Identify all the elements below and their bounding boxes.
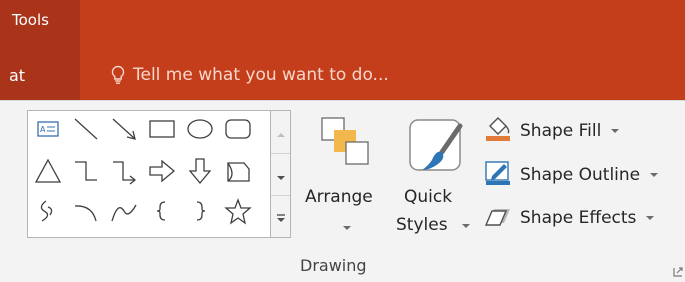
- quick-styles-icon: [408, 116, 468, 182]
- tab-format[interactable]: at: [9, 66, 25, 85]
- down-arrow-shape[interactable]: [186, 157, 214, 185]
- arc-shape[interactable]: [72, 197, 100, 225]
- arrange-icon: [320, 116, 372, 174]
- svg-text:A: A: [40, 125, 46, 134]
- elbow-connector-shape[interactable]: [72, 157, 100, 185]
- gallery-scrollbar: [271, 110, 291, 238]
- shapes-gallery: A: [27, 110, 271, 238]
- pencil-outline-icon: [484, 160, 512, 191]
- chevron-down-icon: [276, 166, 286, 185]
- dialog-launcher-icon[interactable]: [673, 262, 683, 277]
- tell-me-search[interactable]: Tell me what you want to do...: [111, 62, 389, 88]
- shape-fill-dropdown-caret: [611, 129, 620, 133]
- gallery-scroll-up[interactable]: [271, 111, 290, 153]
- shape-fill-button[interactable]: Shape Fill: [484, 116, 620, 147]
- left-brace-shape[interactable]: [148, 197, 176, 225]
- contextual-group-label: Tools: [12, 11, 49, 29]
- shape-effects-label: Shape Effects: [520, 208, 637, 228]
- star-shape[interactable]: [224, 197, 252, 225]
- chevron-up-icon: [276, 123, 286, 142]
- quick-styles-label-line2: Styles: [396, 215, 448, 235]
- oval-shape[interactable]: [186, 115, 214, 143]
- shape-effects-icon: [484, 203, 512, 234]
- arrow-shape[interactable]: [110, 115, 138, 143]
- shape-effects-dropdown-caret: [646, 216, 655, 220]
- elbow-arrow-connector-shape[interactable]: [110, 157, 138, 185]
- quick-styles-dropdown-caret: [462, 224, 470, 228]
- lightbulb-icon: [111, 65, 125, 85]
- line-shape[interactable]: [72, 115, 100, 143]
- right-arrow-shape[interactable]: [148, 157, 176, 185]
- right-brace-shape[interactable]: [186, 197, 214, 225]
- shape-effects-button[interactable]: Shape Effects: [484, 203, 655, 234]
- shape-fill-label: Shape Fill: [520, 121, 602, 141]
- flowchart-shape[interactable]: [224, 157, 252, 185]
- triangle-shape[interactable]: [34, 157, 62, 185]
- tell-me-placeholder: Tell me what you want to do...: [133, 65, 389, 85]
- gallery-more-button[interactable]: [271, 195, 290, 238]
- rectangle-shape[interactable]: [148, 115, 176, 143]
- paint-bucket-icon: [484, 116, 512, 147]
- rounded-rectangle-shape[interactable]: [224, 115, 252, 143]
- text-box-shape[interactable]: A: [34, 115, 62, 143]
- curve-shape[interactable]: [110, 197, 138, 225]
- arrange-label: Arrange: [305, 187, 373, 207]
- quick-styles-button[interactable]: Quick Styles: [392, 110, 482, 240]
- arrange-button[interactable]: Arrange: [302, 110, 390, 240]
- drawing-group-label: Drawing: [300, 256, 367, 275]
- shape-outline-dropdown-caret: [650, 173, 659, 177]
- shape-outline-label: Shape Outline: [520, 165, 641, 185]
- shape-outline-button[interactable]: Shape Outline: [484, 160, 659, 191]
- freeform-shape[interactable]: [34, 197, 62, 225]
- arrange-dropdown-caret: [343, 226, 351, 230]
- gallery-scroll-down[interactable]: [271, 153, 290, 196]
- quick-styles-label-line1: Quick: [404, 187, 453, 207]
- more-icon: [276, 208, 286, 227]
